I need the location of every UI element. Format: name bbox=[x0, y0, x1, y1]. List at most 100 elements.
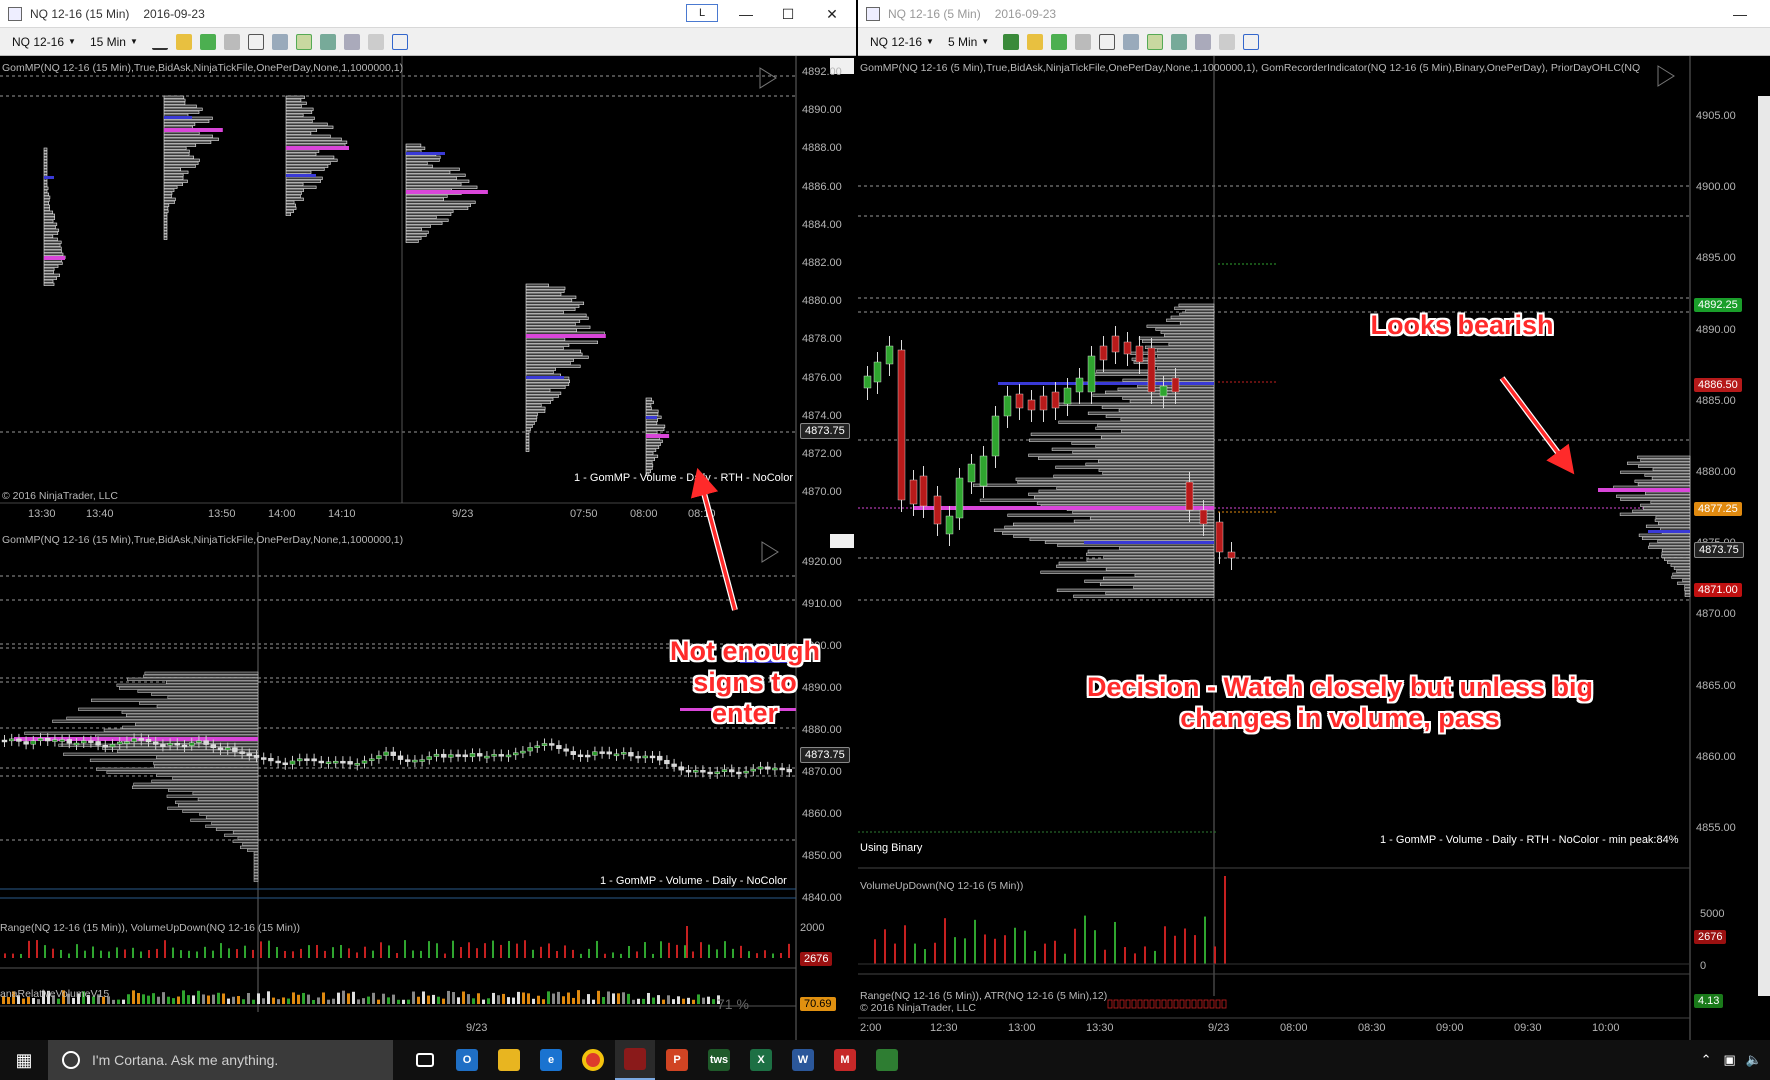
range-bar bbox=[1197, 999, 1203, 1009]
left-bottom-price-panel[interactable]: GomMP(NQ 12-16 (15 Min),True,BidAsk,Ninj… bbox=[0, 532, 856, 1040]
volume-profile-bar bbox=[1671, 575, 1691, 579]
add-indicator-icon[interactable] bbox=[199, 33, 216, 50]
cursor-icon[interactable] bbox=[247, 33, 264, 50]
range-bar bbox=[1179, 999, 1185, 1009]
interval-selector[interactable]: 5 Min ▼ bbox=[948, 35, 989, 49]
relative-volume-bar bbox=[557, 991, 560, 1004]
candle-body bbox=[261, 757, 267, 760]
maximize-button[interactable]: ☐ bbox=[768, 0, 808, 28]
volume-bar bbox=[60, 949, 62, 958]
volume-bar bbox=[1184, 928, 1186, 964]
chevron-up-icon[interactable]: ⌃ bbox=[1701, 1052, 1712, 1068]
data-box-icon[interactable] bbox=[295, 33, 312, 50]
relative-volume-bar bbox=[242, 999, 245, 1004]
layout-icon[interactable] bbox=[1243, 33, 1260, 50]
left-top-price-panel[interactable]: GomMP(NQ 12-16 (15 Min),True,BidAsk,Ninj… bbox=[0, 56, 856, 532]
chart-trader-icon[interactable] bbox=[343, 33, 360, 50]
volume-profile-bar bbox=[525, 412, 538, 416]
volume-profile-bar bbox=[163, 155, 194, 159]
cortana-search-box[interactable]: I'm Cortana. Ask me anything. bbox=[48, 1040, 393, 1080]
chrome-icon[interactable] bbox=[573, 1040, 613, 1080]
print-icon[interactable] bbox=[1219, 33, 1236, 50]
minimize-button[interactable]: — bbox=[726, 0, 766, 28]
windows-start-icon[interactable]: ▦ bbox=[0, 1040, 48, 1080]
outlook-icon[interactable]: O bbox=[447, 1040, 487, 1080]
green-app-icon[interactable] bbox=[867, 1040, 907, 1080]
volume-profile-bar bbox=[1648, 545, 1691, 549]
chart-style-icon[interactable] bbox=[151, 34, 168, 50]
x-tick-label: 12:30 bbox=[930, 1022, 958, 1034]
volume-profile-bar bbox=[163, 110, 200, 114]
volume-profile-bar bbox=[285, 149, 320, 153]
zoom-icon[interactable] bbox=[271, 33, 288, 50]
properties-icon[interactable] bbox=[1171, 33, 1188, 50]
left-range-label: Range(NQ 12-16 (15 Min)), VolumeUpDown(N… bbox=[0, 922, 300, 934]
relative-volume-bar bbox=[637, 998, 640, 1004]
candle-body bbox=[863, 375, 872, 389]
volume-profile-bar bbox=[645, 418, 658, 422]
volume-profile-bar bbox=[1682, 578, 1691, 582]
range-bar bbox=[1215, 999, 1221, 1009]
volume-profile-bar bbox=[63, 752, 259, 756]
file-explorer-icon[interactable] bbox=[489, 1040, 529, 1080]
volume-profile-bar bbox=[405, 146, 426, 150]
volume-bar bbox=[404, 940, 406, 958]
candle-body bbox=[275, 760, 281, 764]
instrument-selector[interactable]: NQ 12-16 ▼ bbox=[870, 35, 934, 49]
cursor-icon[interactable] bbox=[1099, 33, 1116, 50]
print-icon[interactable] bbox=[367, 33, 384, 50]
close-button[interactable]: ✕ bbox=[812, 0, 852, 28]
layout-icon[interactable] bbox=[391, 33, 408, 50]
ninjatrader-icon[interactable] bbox=[615, 1040, 655, 1080]
candle-body bbox=[779, 767, 785, 771]
interval-selector[interactable]: 15 Min ▼ bbox=[90, 35, 138, 49]
volume-profile-bar bbox=[285, 128, 318, 132]
pencil-icon[interactable] bbox=[175, 33, 192, 50]
volume-bar bbox=[188, 950, 190, 958]
volume-profile-bar bbox=[1157, 366, 1215, 370]
link-badge[interactable]: L bbox=[686, 4, 718, 22]
volume-profile-bar bbox=[163, 188, 175, 192]
right-volume-axis-high: 5000 bbox=[1700, 908, 1725, 920]
data-box-icon[interactable] bbox=[1147, 33, 1164, 50]
m-app-icon[interactable]: M bbox=[825, 1040, 865, 1080]
minimize-button[interactable]: — bbox=[1720, 0, 1760, 28]
zoom-icon[interactable] bbox=[1123, 33, 1140, 50]
tws-icon[interactable]: tws bbox=[699, 1040, 739, 1080]
edge-icon[interactable]: e bbox=[531, 1040, 571, 1080]
volume-profile-bar bbox=[525, 346, 564, 350]
strategy-icon[interactable] bbox=[1075, 33, 1092, 50]
strategy-icon[interactable] bbox=[223, 33, 240, 50]
volume-bar bbox=[468, 942, 470, 958]
task-view-icon[interactable] bbox=[405, 1040, 445, 1080]
add-indicator-icon[interactable] bbox=[1051, 33, 1068, 50]
chart-style-icon[interactable] bbox=[1003, 33, 1020, 50]
properties-icon[interactable] bbox=[319, 33, 336, 50]
left-title-bar[interactable]: NQ 12-16 (15 Min) 2016-09-23 L — ☐ ✕ bbox=[0, 0, 856, 28]
volume-profile-bar bbox=[119, 686, 259, 690]
volume-profile-bar bbox=[1007, 513, 1215, 517]
volume-profile-bar bbox=[285, 191, 302, 195]
relative-volume-bar bbox=[512, 997, 515, 1004]
right-title-bar[interactable]: NQ 12-16 (5 Min) 2016-09-23 — bbox=[858, 0, 1770, 28]
excel-icon[interactable]: X bbox=[741, 1040, 781, 1080]
y-tick-label: 4876.00 bbox=[802, 371, 842, 384]
pencil-icon[interactable] bbox=[1027, 33, 1044, 50]
relative-volume-bar bbox=[377, 999, 380, 1004]
chart-trader-icon[interactable] bbox=[1195, 33, 1212, 50]
instrument-selector[interactable]: NQ 12-16 ▼ bbox=[12, 35, 76, 49]
network-icon[interactable]: ▣ bbox=[1724, 1052, 1736, 1068]
powerpoint-icon[interactable]: P bbox=[657, 1040, 697, 1080]
y-tick-label: 4870.00 bbox=[1696, 608, 1736, 621]
volume-bar bbox=[348, 948, 350, 958]
right-price-panel[interactable]: GomMP(NQ 12-16 (5 Min),True,BidAsk,Ninja… bbox=[858, 56, 1770, 1040]
volume-profile-bar bbox=[1105, 567, 1215, 571]
volume-profile-bar bbox=[405, 233, 427, 237]
volume-profile-bar bbox=[285, 113, 304, 117]
volume-profile-bar bbox=[137, 689, 259, 693]
volume-profile-bar bbox=[525, 304, 580, 308]
candle-body bbox=[919, 475, 928, 507]
word-icon[interactable]: W bbox=[783, 1040, 823, 1080]
volume-icon[interactable]: 🔈 bbox=[1746, 1052, 1762, 1068]
range-bar bbox=[1173, 999, 1179, 1009]
